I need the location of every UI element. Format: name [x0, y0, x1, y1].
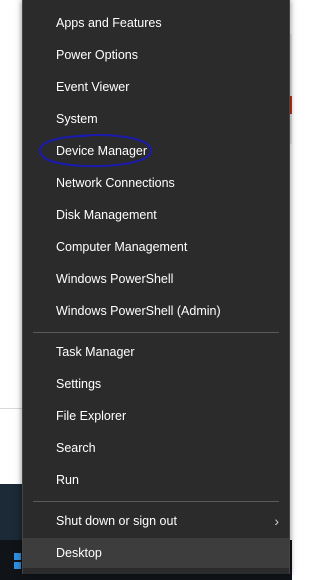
- menu-item-settings[interactable]: Settings: [23, 369, 289, 399]
- chevron-right-icon: ›: [274, 513, 279, 529]
- menu-item-power-options[interactable]: Power Options: [23, 40, 289, 70]
- menu-item-system[interactable]: System: [23, 104, 289, 134]
- menu-item-disk-management[interactable]: Disk Management: [23, 200, 289, 230]
- menu-item-desktop[interactable]: Desktop: [23, 538, 289, 568]
- background-divider: [0, 408, 22, 409]
- menu-item-network-connections[interactable]: Network Connections: [23, 168, 289, 198]
- menu-item-search[interactable]: Search: [23, 433, 289, 463]
- menu-item-shut-down-or-sign-out[interactable]: Shut down or sign out ›: [23, 506, 289, 536]
- menu-item-windows-powershell[interactable]: Windows PowerShell: [23, 264, 289, 294]
- menu-item-windows-powershell-admin[interactable]: Windows PowerShell (Admin): [23, 296, 289, 326]
- menu-item-event-viewer[interactable]: Event Viewer: [23, 72, 289, 102]
- power-user-menu: Apps and Features Power Options Event Vi…: [22, 0, 290, 574]
- menu-item-label: Shut down or sign out: [56, 514, 177, 528]
- menu-item-computer-management[interactable]: Computer Management: [23, 232, 289, 262]
- background-dark-panel: [0, 484, 22, 540]
- menu-item-task-manager[interactable]: Task Manager: [23, 337, 289, 367]
- menu-separator: [33, 332, 279, 333]
- menu-item-apps-and-features[interactable]: Apps and Features: [23, 8, 289, 38]
- menu-item-run[interactable]: Run: [23, 465, 289, 495]
- menu-item-file-explorer[interactable]: File Explorer: [23, 401, 289, 431]
- menu-separator: [33, 501, 279, 502]
- menu-item-device-manager[interactable]: Device Manager: [23, 136, 289, 166]
- windows-logo-icon[interactable]: [14, 553, 21, 560]
